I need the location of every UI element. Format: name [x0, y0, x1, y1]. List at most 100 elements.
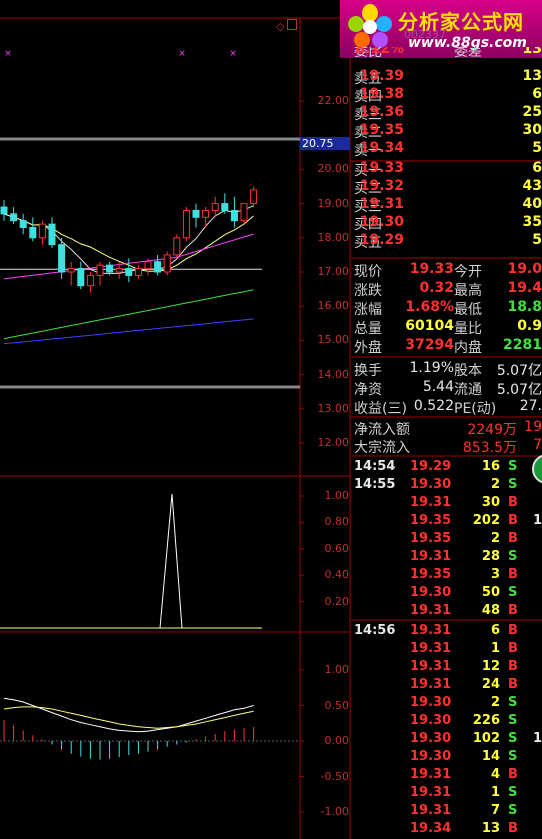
level-price: 19.39 — [359, 68, 404, 84]
tick-row[interactable]: 19.30 50 S — [354, 585, 542, 603]
stat-value: 0.9 — [517, 318, 542, 334]
sell-level-row[interactable]: 卖四 19.38 6 — [354, 86, 542, 105]
tick-side: B — [508, 603, 518, 618]
tick-volume: 28 — [481, 549, 500, 564]
level-price: 19.38 — [359, 86, 404, 102]
candle-body — [86, 274, 94, 287]
tick-row[interactable]: 19.30 2 S — [354, 695, 542, 713]
candle-body — [182, 209, 190, 239]
stat-label: 现价 — [354, 264, 382, 280]
stat-label: 今开 — [454, 264, 482, 280]
tick-price: 19.30 — [410, 731, 452, 746]
x-marker: × — [4, 49, 12, 59]
stat-value: 18.8 — [507, 299, 542, 315]
flow-row: 净流入额 2249万 19 — [354, 419, 542, 438]
tick-volume: 7 — [490, 803, 500, 818]
level-volume: 25 — [522, 104, 542, 120]
tick-row[interactable]: 19.30 14 S — [354, 749, 542, 767]
tick-row[interactable]: 19.30 226 S — [354, 713, 542, 731]
tick-row[interactable]: 19.31 7 S — [354, 803, 542, 821]
tick-row[interactable]: 19.35 202 B 1 — [354, 513, 542, 531]
candle-body — [144, 261, 152, 270]
stat-label: 涨跌 — [354, 283, 382, 299]
buy-level-row[interactable]: 买三 19.31 40 — [354, 196, 542, 215]
buy-level-row[interactable]: 买四 19.30 35 — [354, 214, 542, 233]
fundamental-row: 净资 5.44 流通 5.07亿 — [354, 379, 542, 398]
tick-row[interactable]: 14:56 19.31 6 B — [354, 623, 542, 641]
tick-side: B — [508, 641, 518, 656]
buy-level-row[interactable]: 买五 19.29 5 — [354, 232, 542, 251]
buy-level-row[interactable]: 买二 19.32 43 — [354, 178, 542, 197]
candle-body — [230, 209, 238, 222]
tick-volume: 13 — [481, 821, 500, 836]
tick-side: B — [508, 531, 518, 546]
x-marker: × — [178, 49, 186, 59]
sell-level-row[interactable]: 卖三 19.36 25 — [354, 104, 542, 123]
tick-side: S — [508, 585, 518, 600]
tick-row[interactable]: 19.31 30 B — [354, 495, 542, 513]
tick-price: 19.30 — [410, 695, 452, 710]
tick-side: B — [508, 677, 518, 692]
tick-row[interactable]: 19.31 48 B — [354, 603, 542, 621]
sell-level-row[interactable]: 卖一 19.34 5 — [354, 140, 542, 159]
tick-row[interactable]: 19.31 12 B — [354, 659, 542, 677]
macd-tick-label: 0.00 — [324, 734, 350, 747]
flow-value: 2249万 — [467, 422, 517, 438]
tick-time: 14:54 — [354, 459, 396, 474]
level-volume: 13 — [522, 68, 542, 84]
tick-row[interactable]: 19.30 102 S 1 — [354, 731, 542, 749]
tick-volume: 14 — [481, 749, 500, 764]
tick-row[interactable]: 19.31 1 B — [354, 641, 542, 659]
level-price: 19.32 — [359, 178, 404, 194]
tick-price: 19.31 — [410, 549, 452, 564]
tick-side: B — [508, 767, 518, 782]
stat-value: 19.0 — [507, 261, 542, 277]
buy-level-row[interactable]: 买一 19.33 6 — [354, 160, 542, 179]
price-tick-label: 13.00 — [317, 401, 350, 415]
tick-row[interactable]: 19.35 3 B — [354, 567, 542, 585]
window-icon[interactable] — [287, 19, 297, 30]
fund-value: 1.19% — [409, 360, 454, 376]
stat-value: 1.68% — [405, 299, 454, 315]
level-volume: 43 — [522, 178, 542, 194]
indicator1-tick-label: 0.20 — [324, 594, 350, 608]
tick-volume: 1 — [490, 785, 500, 800]
price-tick-label: 17.00 — [317, 265, 350, 278]
diamond-icon[interactable]: ◇ — [276, 20, 284, 33]
tick-volume: 1 — [490, 641, 500, 656]
stat-label: 最高 — [454, 283, 482, 299]
tick-row[interactable]: 19.34 13 B — [354, 821, 542, 839]
tick-row[interactable]: 14:55 19.30 2 S — [354, 477, 542, 495]
tick-price: 19.29 — [410, 459, 452, 474]
level-price: 19.35 — [359, 122, 404, 138]
quote-stat-row: 现价 19.33 今开 19.0 — [354, 261, 542, 280]
indicator1-tick-label: 0.40 — [324, 568, 350, 582]
tick-row[interactable]: 14:54 19.29 16 S — [354, 459, 542, 477]
candle-body — [10, 213, 18, 222]
tick-side: B — [508, 513, 518, 528]
tick-volume: 6 — [490, 623, 500, 638]
tick-side: S — [508, 731, 518, 746]
tick-volume: 2 — [490, 477, 500, 492]
tick-price: 19.30 — [410, 585, 452, 600]
tick-volume: 24 — [481, 677, 500, 692]
tick-row[interactable]: 19.31 4 B — [354, 767, 542, 785]
indicator1-tick-label: 0.80 — [324, 515, 350, 529]
tick-row[interactable]: 19.35 2 B — [354, 531, 542, 549]
level-price: 19.33 — [359, 160, 404, 176]
tick-row[interactable]: 19.31 24 B — [354, 677, 542, 695]
tick-price: 19.34 — [410, 821, 452, 836]
tick-volume: 48 — [481, 603, 500, 618]
quote-stat-row: 总量 60104 量比 0.9 — [354, 318, 542, 337]
tick-row[interactable]: 19.31 1 S — [354, 785, 542, 803]
sell-level-row[interactable]: 卖二 19.35 30 — [354, 122, 542, 141]
sell-level-row[interactable]: 卖五 19.39 13 — [354, 68, 542, 87]
tick-volume: 16 — [481, 459, 500, 474]
tick-row[interactable]: 19.31 28 S — [354, 549, 542, 567]
tick-price: 19.35 — [410, 567, 452, 582]
level-volume: 6 — [532, 86, 542, 102]
tick-extra: 1 — [532, 513, 542, 528]
quote-stat-row: 涨幅 1.68% 最低 18.8 — [354, 299, 542, 318]
candle-body — [202, 209, 210, 218]
candle-body — [77, 268, 85, 287]
